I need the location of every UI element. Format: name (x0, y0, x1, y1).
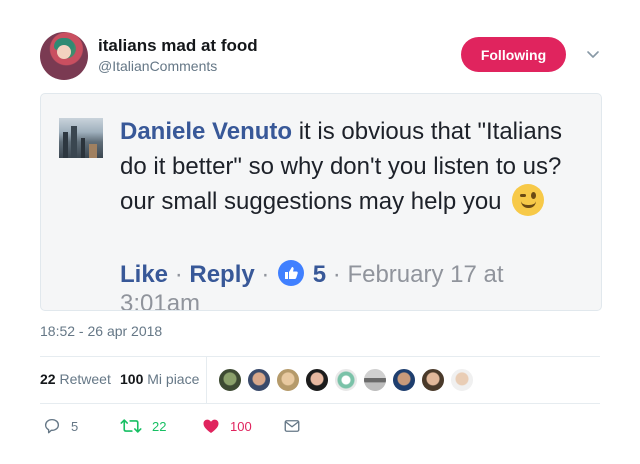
tweet-header: italians mad at food @ItalianComments Fo… (40, 32, 610, 82)
divider (40, 403, 600, 404)
reply-button[interactable]: 5 (43, 414, 78, 438)
like-button[interactable]: 100 (202, 414, 252, 438)
separator: · (261, 261, 270, 288)
commenter-avatar (59, 118, 103, 158)
tweet-timestamp[interactable]: 18:52 - 26 apr 2018 (40, 323, 162, 339)
liker-avatar[interactable] (305, 368, 329, 392)
liker-avatar[interactable] (392, 368, 416, 392)
comment-text: Daniele Venuto it is obvious that "Itali… (120, 114, 590, 219)
retweet-count: 22 (152, 418, 167, 434)
retweet-icon (120, 419, 142, 433)
comment-time: 3:01am (120, 290, 201, 311)
avatar[interactable] (40, 32, 88, 80)
retweets-label: Retweet (59, 371, 111, 387)
divider (206, 357, 207, 403)
reactions-count: 5 (312, 261, 327, 288)
tweet-actions: 5 22 100 (40, 414, 600, 438)
retweets-stat[interactable]: 22 Retweet (40, 371, 111, 387)
liker-avatar[interactable] (334, 368, 358, 392)
wink-emoji-icon (512, 184, 545, 216)
separator: · (174, 261, 183, 288)
tweet-stats: 22 Retweet 100 Mi piace (40, 357, 600, 403)
separator: · (332, 261, 341, 288)
liker-avatar[interactable] (421, 368, 445, 392)
liker-avatar[interactable] (247, 368, 271, 392)
display-name[interactable]: italians mad at food (98, 36, 258, 56)
reply-count: 5 (71, 418, 79, 434)
likes-stat[interactable]: 100 Mi piace (120, 371, 199, 387)
following-button[interactable]: Following (461, 37, 566, 72)
embedded-comment-image[interactable]: Daniele Venuto it is obvious that "Itali… (40, 93, 602, 311)
heart-icon (203, 419, 219, 433)
likes-label: Mi piace (147, 371, 200, 387)
reply-icon (44, 418, 60, 434)
thumbs-up-icon (278, 260, 305, 286)
liker-avatar[interactable] (450, 368, 474, 392)
liker-avatar[interactable] (218, 368, 242, 392)
avatar-face (57, 45, 71, 59)
screen-name[interactable]: @ItalianComments (98, 58, 217, 74)
retweet-button[interactable]: 22 (120, 414, 166, 438)
commenter-name: Daniele Venuto (120, 118, 293, 145)
comment-actions: Like · Reply · 5 · February 17 at (120, 257, 590, 292)
chevron-down-icon[interactable] (585, 46, 601, 62)
comment-like-link: Like (120, 261, 169, 288)
direct-message-button[interactable] (283, 414, 301, 438)
likes-count: 100 (120, 371, 144, 387)
liker-avatar[interactable] (363, 368, 387, 392)
like-count: 100 (230, 418, 252, 434)
message-icon (284, 420, 300, 432)
liker-avatar[interactable] (276, 368, 300, 392)
retweets-count: 22 (40, 371, 56, 387)
comment-date: February 17 at (347, 261, 504, 288)
comment-reply-link: Reply (189, 261, 255, 288)
